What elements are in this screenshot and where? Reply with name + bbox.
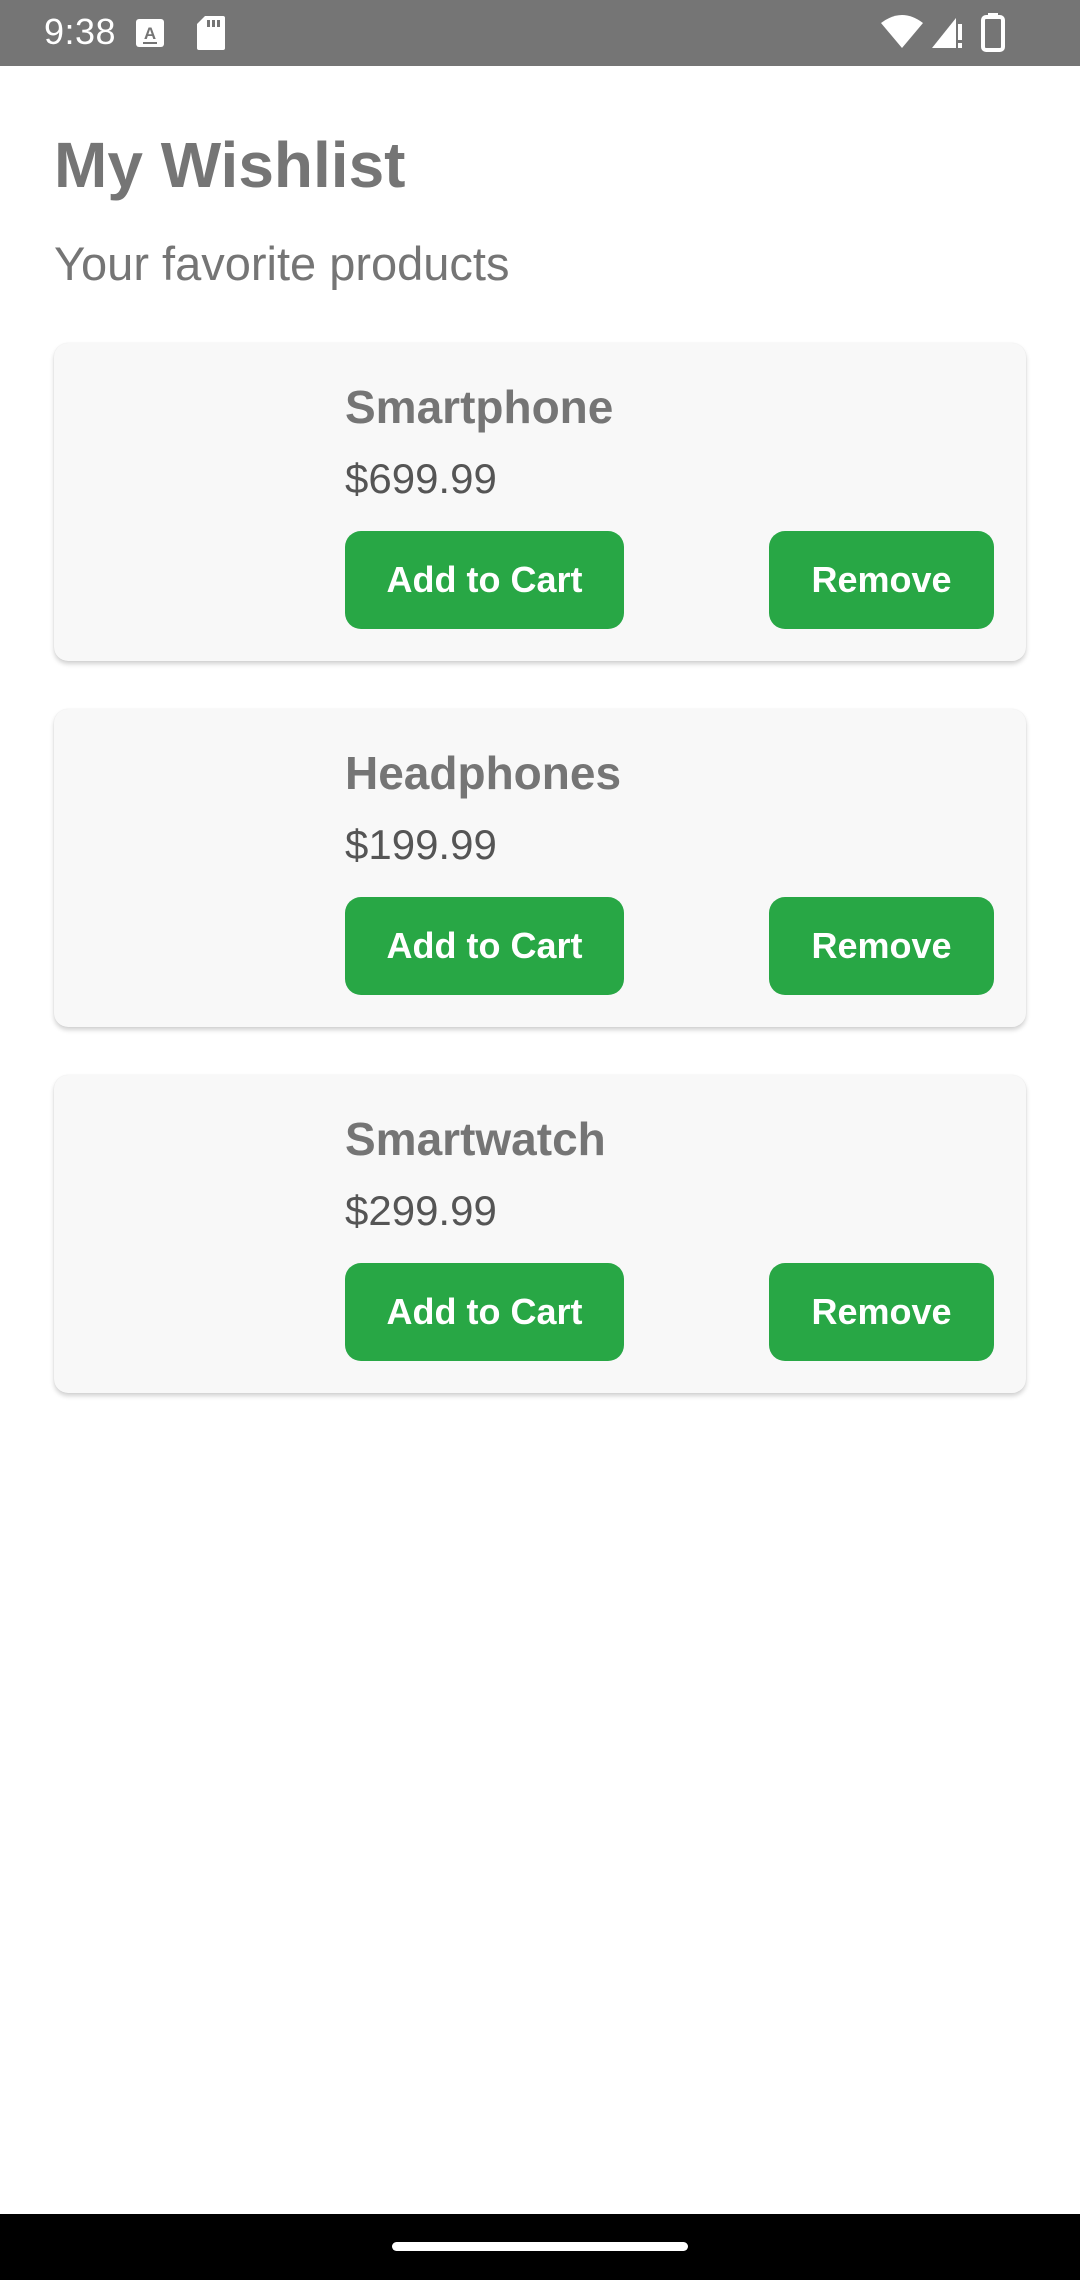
home-gesture-handle[interactable] [392, 2242, 688, 2251]
page-title: My Wishlist [54, 129, 406, 201]
product-price: $299.99 [345, 1187, 497, 1234]
product-name: Headphones [345, 747, 622, 799]
remove-button[interactable]: Remove [769, 1263, 994, 1361]
svg-text:A: A [144, 24, 156, 43]
remove-button[interactable]: Remove [769, 531, 994, 629]
wishlist-item: Smartwatch $299.99 Add to Cart Remove [54, 1075, 1026, 1393]
product-price: $199.99 [345, 821, 497, 868]
remove-button[interactable]: Remove [769, 897, 994, 995]
product-price: $699.99 [345, 455, 497, 502]
product-name: Smartwatch [345, 1113, 606, 1165]
add-to-cart-button[interactable]: Add to Cart [345, 897, 624, 995]
signal-icon [932, 18, 962, 48]
status-time: 9:38 [44, 11, 117, 52]
wifi-icon [881, 15, 923, 48]
sd-card-icon [197, 16, 225, 50]
text-a-icon: A [136, 19, 164, 47]
status-bar: 9:38 A [0, 0, 1080, 66]
page-subtitle: Your favorite products [54, 237, 510, 290]
wishlist-item: Headphones $199.99 Add to Cart Remove [54, 709, 1026, 1027]
system-nav-bar [0, 2214, 1080, 2280]
product-name: Smartphone [345, 381, 614, 433]
add-to-cart-button[interactable]: Add to Cart [345, 1263, 624, 1361]
wishlist-item: Smartphone $699.99 Add to Cart Remove [54, 343, 1026, 661]
add-to-cart-button[interactable]: Add to Cart [345, 531, 624, 629]
battery-icon [981, 13, 1005, 52]
